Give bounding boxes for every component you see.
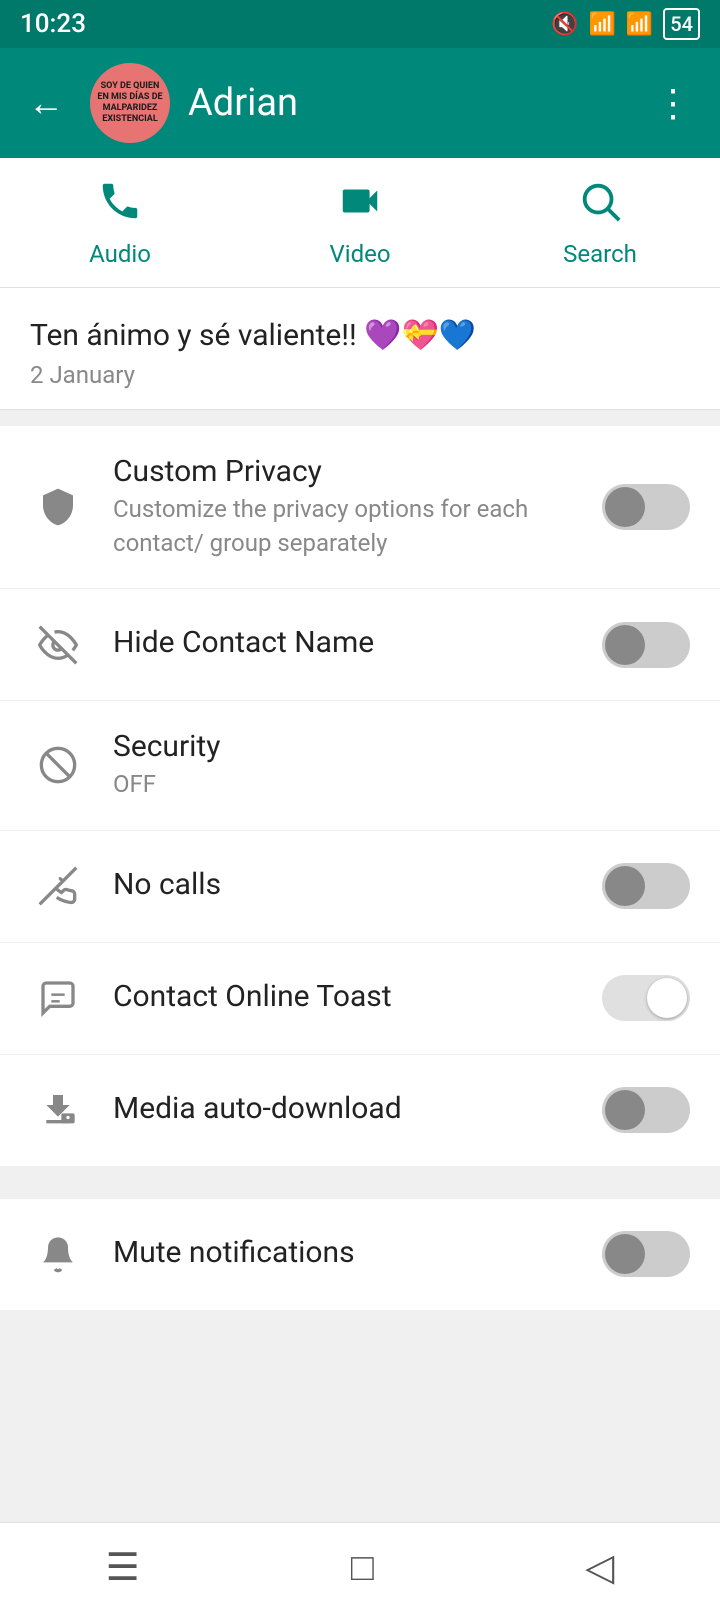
status-time: 10:23 [20, 9, 86, 39]
bell-icon [30, 1227, 85, 1282]
toggle-knob [605, 1090, 645, 1130]
toggle-knob [605, 487, 645, 527]
no-calls-content: No calls [113, 867, 602, 906]
custom-privacy-content: Custom Privacy Customize the privacy opt… [113, 454, 602, 560]
phone-icon [97, 178, 143, 232]
back-nav-button[interactable]: ◁ [545, 1535, 654, 1600]
back-button[interactable]: ← [20, 74, 72, 132]
shield-icon [30, 480, 85, 535]
battery-icon: 54 [663, 8, 700, 40]
custom-privacy-subtitle: Customize the privacy options for each c… [113, 493, 602, 560]
search-label: Search [563, 240, 637, 268]
search-icon [577, 178, 623, 232]
setting-mute-notifications[interactable]: Mute notifications [0, 1199, 720, 1311]
custom-privacy-toggle[interactable] [602, 484, 690, 530]
status-text: Ten ánimo y sé valiente!! 💜💝💙 [30, 318, 690, 353]
no-calls-toggle[interactable] [602, 863, 690, 909]
toggle-knob [605, 866, 645, 906]
hide-contact-name-content: Hide Contact Name [113, 625, 602, 664]
menu-button[interactable]: ☰ [66, 1535, 180, 1600]
contact-online-toast-content: Contact Online Toast [113, 979, 602, 1018]
mute-notifications-title: Mute notifications [113, 1235, 602, 1270]
header: ← SOY DE QUIEN EN MIS DÍAS DE MALPARIDEZ… [0, 48, 720, 158]
eye-off-icon [30, 617, 85, 672]
avatar-text: SOY DE QUIEN EN MIS DÍAS DE MALPARIDEZ E… [90, 77, 170, 128]
mute-icon: 🔇 [551, 12, 578, 37]
media-auto-download-title: Media auto-download [113, 1091, 602, 1126]
search-button[interactable]: Search [480, 178, 720, 268]
phone-off-icon [30, 859, 85, 914]
settings-list: Custom Privacy Customize the privacy opt… [0, 426, 720, 1167]
home-button[interactable]: □ [311, 1536, 414, 1600]
video-label: Video [329, 240, 390, 268]
wifi-icon: 📶 [588, 12, 615, 37]
contact-online-toast-title: Contact Online Toast [113, 979, 602, 1014]
video-call-button[interactable]: Video [240, 178, 480, 268]
security-title: Security [113, 729, 690, 764]
toggle-knob [605, 625, 645, 665]
setting-media-auto-download[interactable]: Media auto-download [0, 1055, 720, 1167]
message-icon [30, 971, 85, 1026]
setting-hide-contact-name[interactable]: Hide Contact Name [0, 589, 720, 701]
media-auto-download-content: Media auto-download [113, 1091, 602, 1130]
avatar[interactable]: SOY DE QUIEN EN MIS DÍAS DE MALPARIDEZ E… [90, 63, 170, 143]
hide-contact-name-toggle[interactable] [602, 622, 690, 668]
status-section: Ten ánimo y sé valiente!! 💜💝💙 2 January [0, 288, 720, 410]
blocked-icon [30, 738, 85, 793]
status-bar: 10:23 🔇 📶 📶 54 [0, 0, 720, 48]
audio-call-button[interactable]: Audio [0, 178, 240, 268]
bottom-spacer [0, 1311, 720, 1401]
hide-contact-name-title: Hide Contact Name [113, 625, 602, 660]
toggle-knob [647, 978, 687, 1018]
audio-label: Audio [89, 240, 151, 268]
toggle-knob [605, 1234, 645, 1274]
contact-name[interactable]: Adrian [188, 81, 628, 125]
download-lock-icon [30, 1083, 85, 1138]
media-auto-download-toggle[interactable] [602, 1087, 690, 1133]
video-icon [337, 178, 383, 232]
bottom-nav: ☰ □ ◁ [0, 1522, 720, 1612]
section-divider [0, 1167, 720, 1183]
security-content: Security OFF [113, 729, 690, 802]
setting-security[interactable]: Security OFF [0, 701, 720, 831]
no-calls-title: No calls [113, 867, 602, 902]
mute-notifications-toggle[interactable] [602, 1231, 690, 1277]
status-icons: 🔇 📶 📶 54 [551, 8, 700, 40]
more-options-button[interactable]: ⋮ [646, 73, 700, 134]
setting-no-calls[interactable]: No calls [0, 831, 720, 943]
status-date: 2 January [30, 361, 690, 389]
action-bar: Audio Video Search [0, 158, 720, 288]
signal-icon: 📶 [626, 12, 653, 37]
security-subtitle: OFF [113, 768, 690, 802]
contact-online-toast-toggle[interactable] [602, 975, 690, 1021]
setting-custom-privacy[interactable]: Custom Privacy Customize the privacy opt… [0, 426, 720, 589]
mute-section: Mute notifications [0, 1199, 720, 1311]
mute-notifications-content: Mute notifications [113, 1235, 602, 1274]
setting-contact-online-toast[interactable]: Contact Online Toast [0, 943, 720, 1055]
custom-privacy-title: Custom Privacy [113, 454, 602, 489]
